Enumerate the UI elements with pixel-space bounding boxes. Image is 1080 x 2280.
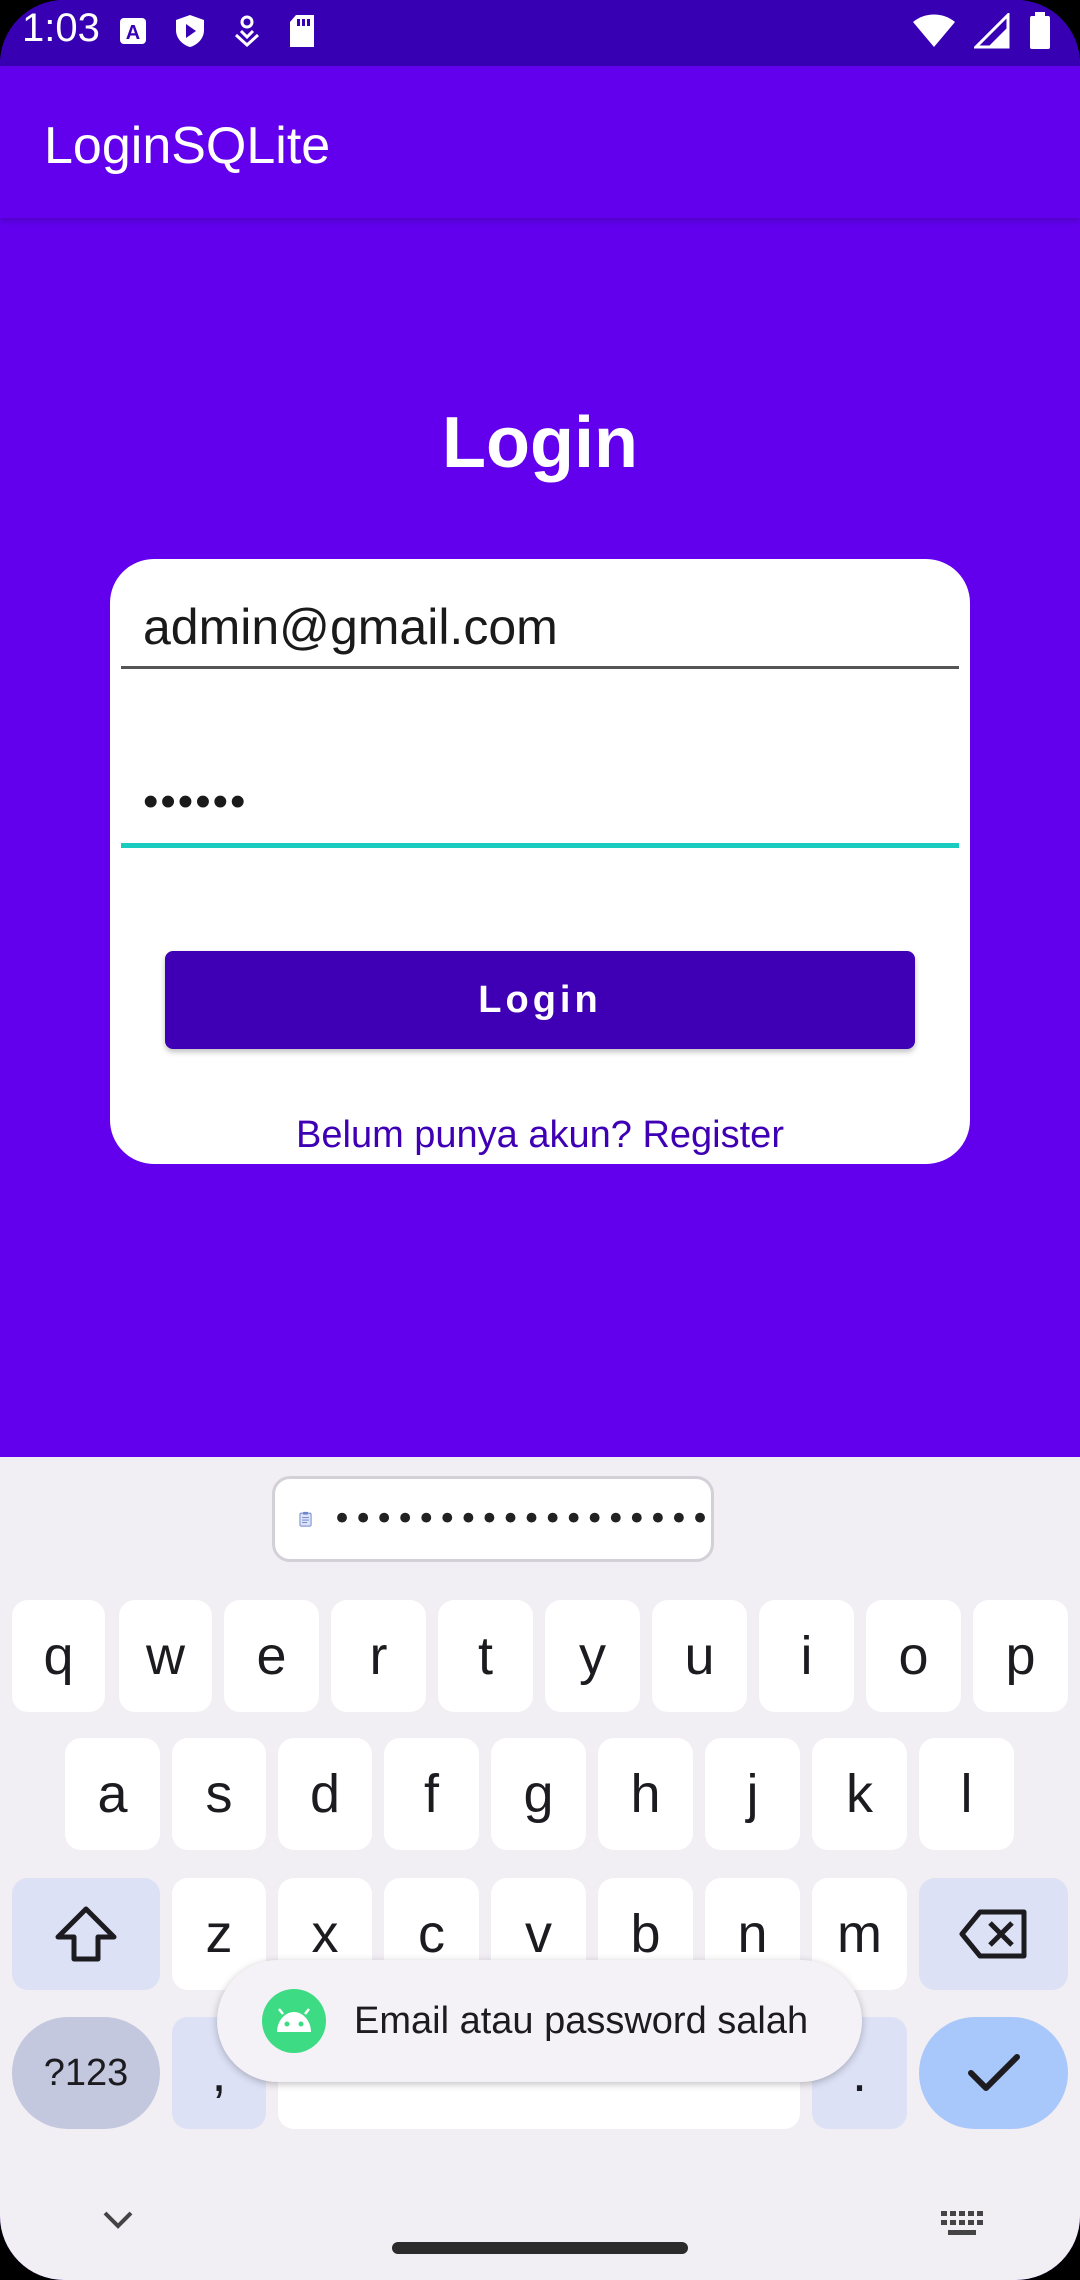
status-bar: 1:03 A: [0, 0, 1080, 66]
check-icon: [967, 2054, 1020, 2091]
download-person-icon: [234, 15, 260, 47]
login-button[interactable]: Login: [165, 951, 915, 1049]
key-i[interactable]: i: [759, 1600, 854, 1712]
keyboard-switch-icon[interactable]: [940, 2210, 986, 2238]
shield-play-icon: [176, 15, 204, 47]
toast: Email atau password salah: [217, 1960, 862, 2082]
key-e[interactable]: e: [224, 1600, 319, 1712]
page-title: Login: [442, 403, 638, 483]
key-u[interactable]: u: [652, 1600, 747, 1712]
key-l[interactable]: l: [919, 1738, 1014, 1850]
key-g[interactable]: g: [491, 1738, 586, 1850]
key-s[interactable]: s: [172, 1738, 266, 1850]
key-a[interactable]: a: [65, 1738, 160, 1850]
status-icons-left: A: [118, 14, 316, 48]
password-field[interactable]: ••••••: [121, 771, 959, 848]
home-handle[interactable]: [392, 2242, 688, 2254]
wifi-icon: [913, 14, 955, 47]
key-o[interactable]: o: [866, 1600, 961, 1712]
key-w[interactable]: w: [119, 1600, 212, 1712]
key-r[interactable]: r: [331, 1600, 426, 1712]
email-field[interactable]: admin@gmail.com: [121, 599, 959, 669]
clipboard-icon: [299, 1511, 312, 1527]
screen: 1:03 A LoginSQLite Login admin@gmail.com…: [0, 0, 1080, 2280]
key-p[interactable]: p: [973, 1600, 1068, 1712]
enter-key[interactable]: [919, 2017, 1068, 2129]
sd-card-icon: [290, 15, 314, 47]
cell-signal-icon: [974, 13, 1010, 49]
autofill-a-icon: A: [120, 18, 146, 44]
status-time: 1:03: [22, 6, 100, 50]
clipboard-text: ••••••••••••••••••: [332, 1499, 711, 1539]
key-f[interactable]: f: [384, 1738, 479, 1850]
chevron-down-icon[interactable]: [102, 2210, 134, 2230]
key-d[interactable]: d: [278, 1738, 372, 1850]
symbols-key[interactable]: ?123: [12, 2017, 160, 2129]
svg-text:A: A: [126, 22, 140, 44]
battery-icon: [1030, 12, 1050, 49]
clipboard-suggestion[interactable]: ••••••••••••••••••: [272, 1476, 714, 1562]
keyboard: •••••••••••••••••• q w e r t y u i o p a…: [0, 1457, 1080, 2280]
app-title: LoginSQLite: [44, 117, 331, 175]
email-value: admin@gmail.com: [143, 599, 558, 655]
app-bar: LoginSQLite: [0, 66, 1080, 218]
key-h[interactable]: h: [598, 1738, 693, 1850]
toast-message: Email atau password salah: [354, 1999, 809, 2042]
keyboard-nav-row: [0, 2180, 1080, 2280]
backspace-key[interactable]: [919, 1878, 1068, 1990]
login-card: admin@gmail.com •••••• Login Belum punya…: [110, 559, 970, 1164]
register-link[interactable]: Belum punya akun? Register: [110, 1114, 970, 1157]
key-j[interactable]: j: [705, 1738, 800, 1850]
shift-key[interactable]: [12, 1878, 160, 1990]
shift-icon: [55, 1906, 117, 1962]
key-y[interactable]: y: [545, 1600, 640, 1712]
android-icon: [262, 1989, 326, 2053]
key-k[interactable]: k: [812, 1738, 907, 1850]
status-icons-right: [912, 12, 1052, 50]
password-value: ••••••: [143, 777, 248, 826]
key-t[interactable]: t: [438, 1600, 533, 1712]
key-q[interactable]: q: [12, 1600, 105, 1712]
backspace-icon: [959, 1909, 1026, 1959]
